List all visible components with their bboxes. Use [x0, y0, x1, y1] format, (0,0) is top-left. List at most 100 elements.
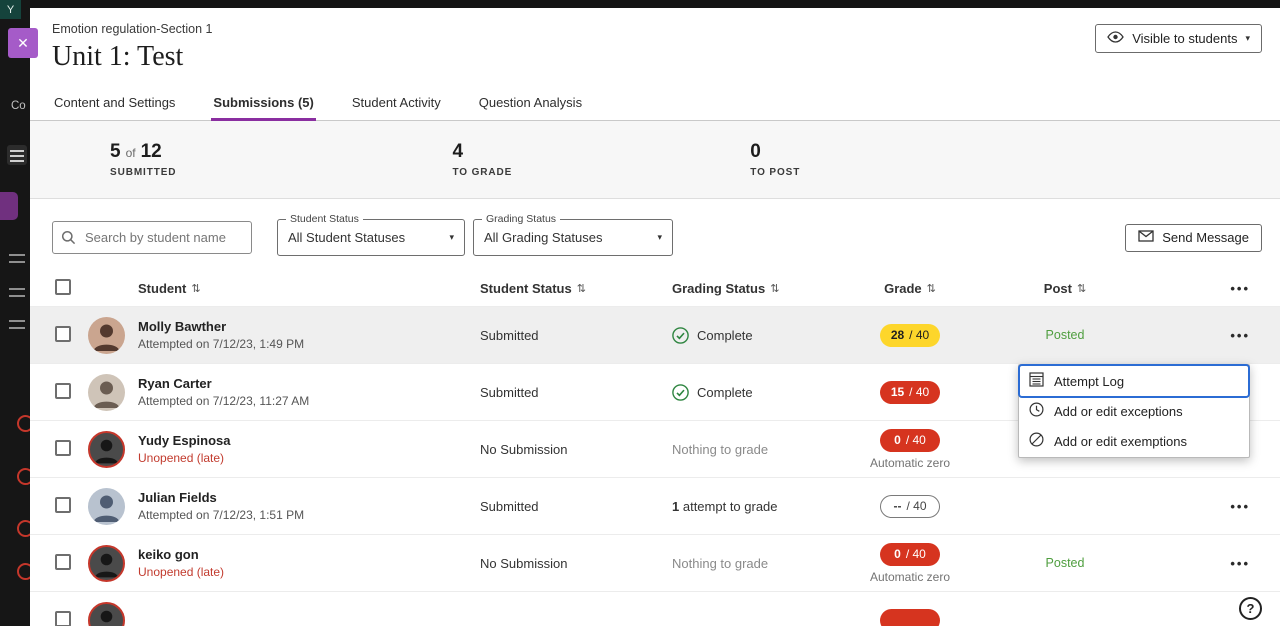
send-message-label: Send Message [1162, 230, 1249, 245]
student-status: No Submission [480, 556, 672, 571]
menu-item-exemptions[interactable]: Add or edit exemptions [1020, 426, 1248, 456]
row-checkbox[interactable] [55, 383, 71, 399]
grade-pill[interactable]: 0 / 40 [880, 543, 940, 566]
help-button[interactable]: ? [1239, 597, 1262, 620]
stats-bar: 5 of 12 SUBMITTED 4 TO GRADE 0 TO POST [30, 121, 1280, 199]
search-input[interactable] [52, 221, 252, 254]
rail-menu-icon [9, 254, 25, 268]
select-all-checkbox[interactable] [55, 279, 71, 295]
visibility-dropdown-button[interactable]: Visible to students ▾ [1095, 24, 1262, 53]
question-mark-icon: ? [1247, 601, 1255, 616]
attempt-subtext: Unopened (late) [138, 451, 480, 465]
row-overflow-menu[interactable]: ••• [1230, 328, 1250, 343]
grade-pill[interactable]: 28 / 40 [880, 324, 940, 347]
grade-score: 28 [891, 328, 904, 342]
row-checkbox[interactable] [55, 497, 71, 513]
col-grade[interactable]: Grade [884, 281, 922, 296]
grade-score: -- [893, 499, 901, 513]
tab-bar: Content and Settings Submissions (5) Stu… [30, 86, 1280, 121]
grade-score: 15 [891, 385, 904, 399]
student-status: Submitted [480, 328, 672, 343]
grade-pill[interactable] [880, 609, 940, 626]
attempt-subtext: Attempted on 7/12/23, 1:51 PM [138, 508, 480, 522]
stat-submitted: 5 of 12 SUBMITTED [110, 141, 176, 178]
automatic-zero-label: Automatic zero [870, 456, 950, 470]
chevron-down-icon: ▾ [1245, 33, 1250, 44]
row-checkbox[interactable] [55, 440, 71, 456]
student-name[interactable]: keiko gon [138, 547, 480, 562]
grading-status: Nothing to grade [672, 442, 840, 457]
student-status: Submitted [480, 499, 672, 514]
complete-check-icon [672, 327, 689, 344]
avatar [88, 317, 125, 354]
grade-pill[interactable]: 15 / 40 [880, 381, 940, 404]
close-panel-button[interactable]: ✕ [8, 28, 38, 58]
attempt-subtext: Attempted on 7/12/23, 1:49 PM [138, 337, 480, 351]
menu-item-label: Add or edit exceptions [1054, 404, 1183, 419]
grading-status-select[interactable]: Grading Status All Grading Statuses ▾ [473, 219, 673, 256]
grade-score: 0 [894, 547, 901, 561]
col-post[interactable]: Post [1044, 281, 1072, 296]
menu-item-exceptions[interactable]: Add or edit exceptions [1020, 396, 1248, 426]
row-overflow-menu[interactable]: ••• [1230, 499, 1250, 514]
grade-pill[interactable]: -- / 40 [880, 495, 940, 518]
grading-status-text: Complete [697, 328, 753, 343]
tab-student-activity[interactable]: Student Activity [350, 86, 443, 121]
send-message-button[interactable]: Send Message [1125, 224, 1262, 252]
stat-submitted-value: 5 [110, 141, 121, 163]
sort-icon[interactable]: ⇅ [927, 282, 936, 295]
student-name[interactable]: Yudy Espinosa [138, 433, 480, 448]
student-search [52, 221, 252, 254]
sort-icon[interactable]: ⇅ [770, 282, 779, 295]
col-grading-status[interactable]: Grading Status [672, 281, 765, 296]
grade-total: / 40 [909, 328, 929, 342]
table-overflow-menu[interactable]: ••• [1230, 281, 1250, 296]
row-checkbox[interactable] [55, 554, 71, 570]
stat-submitted-total: 12 [141, 141, 162, 163]
tab-question-analysis[interactable]: Question Analysis [477, 86, 584, 121]
stat-to-grade-label: TO GRADE [452, 167, 512, 178]
rail-book-icon [7, 145, 27, 165]
row-checkbox[interactable] [55, 326, 71, 342]
student-name[interactable]: Julian Fields [138, 490, 480, 505]
row-overflow-menu[interactable]: ••• [1230, 556, 1250, 571]
menu-item-label: Add or edit exemptions [1054, 434, 1187, 449]
chevron-down-icon: ▾ [449, 232, 454, 243]
left-nav-rail: Y Co [0, 0, 30, 626]
avatar [88, 488, 125, 525]
menu-item-label: Attempt Log [1054, 374, 1124, 389]
clock-icon [1029, 402, 1044, 420]
grading-status-select-value: All Grading Statuses [484, 230, 603, 245]
row-context-menu: Attempt Log Add or edit exceptions Add o… [1018, 364, 1250, 458]
attempt-subtext: Attempted on 7/12/23, 11:27 AM [138, 394, 480, 408]
col-student[interactable]: Student [138, 281, 186, 296]
student-name[interactable]: Molly Bawther [138, 319, 480, 334]
grade-pill[interactable]: 0 / 40 [880, 429, 940, 452]
stat-to-post-label: TO POST [750, 167, 800, 178]
sort-icon[interactable]: ⇅ [191, 282, 200, 295]
complete-check-icon [672, 384, 689, 401]
sort-icon[interactable]: ⇅ [577, 282, 586, 295]
rail-partial-top: Y [0, 0, 21, 19]
menu-item-attempt-log[interactable]: Attempt Log [1020, 366, 1248, 396]
prohibit-icon [1029, 432, 1044, 450]
panel-header: Emotion regulation-Section 1 Unit 1: Tes… [30, 8, 1280, 73]
row-checkbox[interactable] [55, 611, 71, 626]
rail-partial-text: Co [11, 100, 26, 112]
tab-content-and-settings[interactable]: Content and Settings [52, 86, 177, 121]
table-row: keiko gon Unopened (late) No Submission … [30, 534, 1280, 591]
assessment-panel: Emotion regulation-Section 1 Unit 1: Tes… [30, 8, 1280, 626]
student-status-select[interactable]: Student Status All Student Statuses ▾ [277, 219, 465, 256]
grading-status-select-label: Grading Status [482, 213, 560, 225]
rail-red-mark [17, 415, 30, 432]
sort-icon[interactable]: ⇅ [1077, 282, 1086, 295]
stat-to-post: 0 TO POST [750, 141, 800, 178]
student-status: No Submission [480, 442, 672, 457]
stat-to-grade-value: 4 [452, 141, 463, 163]
tab-submissions[interactable]: Submissions (5) [211, 86, 315, 121]
rail-red-mark [17, 520, 30, 537]
col-student-status[interactable]: Student Status [480, 281, 572, 296]
student-name[interactable]: Ryan Carter [138, 376, 480, 391]
grade-total: / 40 [906, 433, 926, 447]
attempt-log-icon [1029, 372, 1044, 390]
